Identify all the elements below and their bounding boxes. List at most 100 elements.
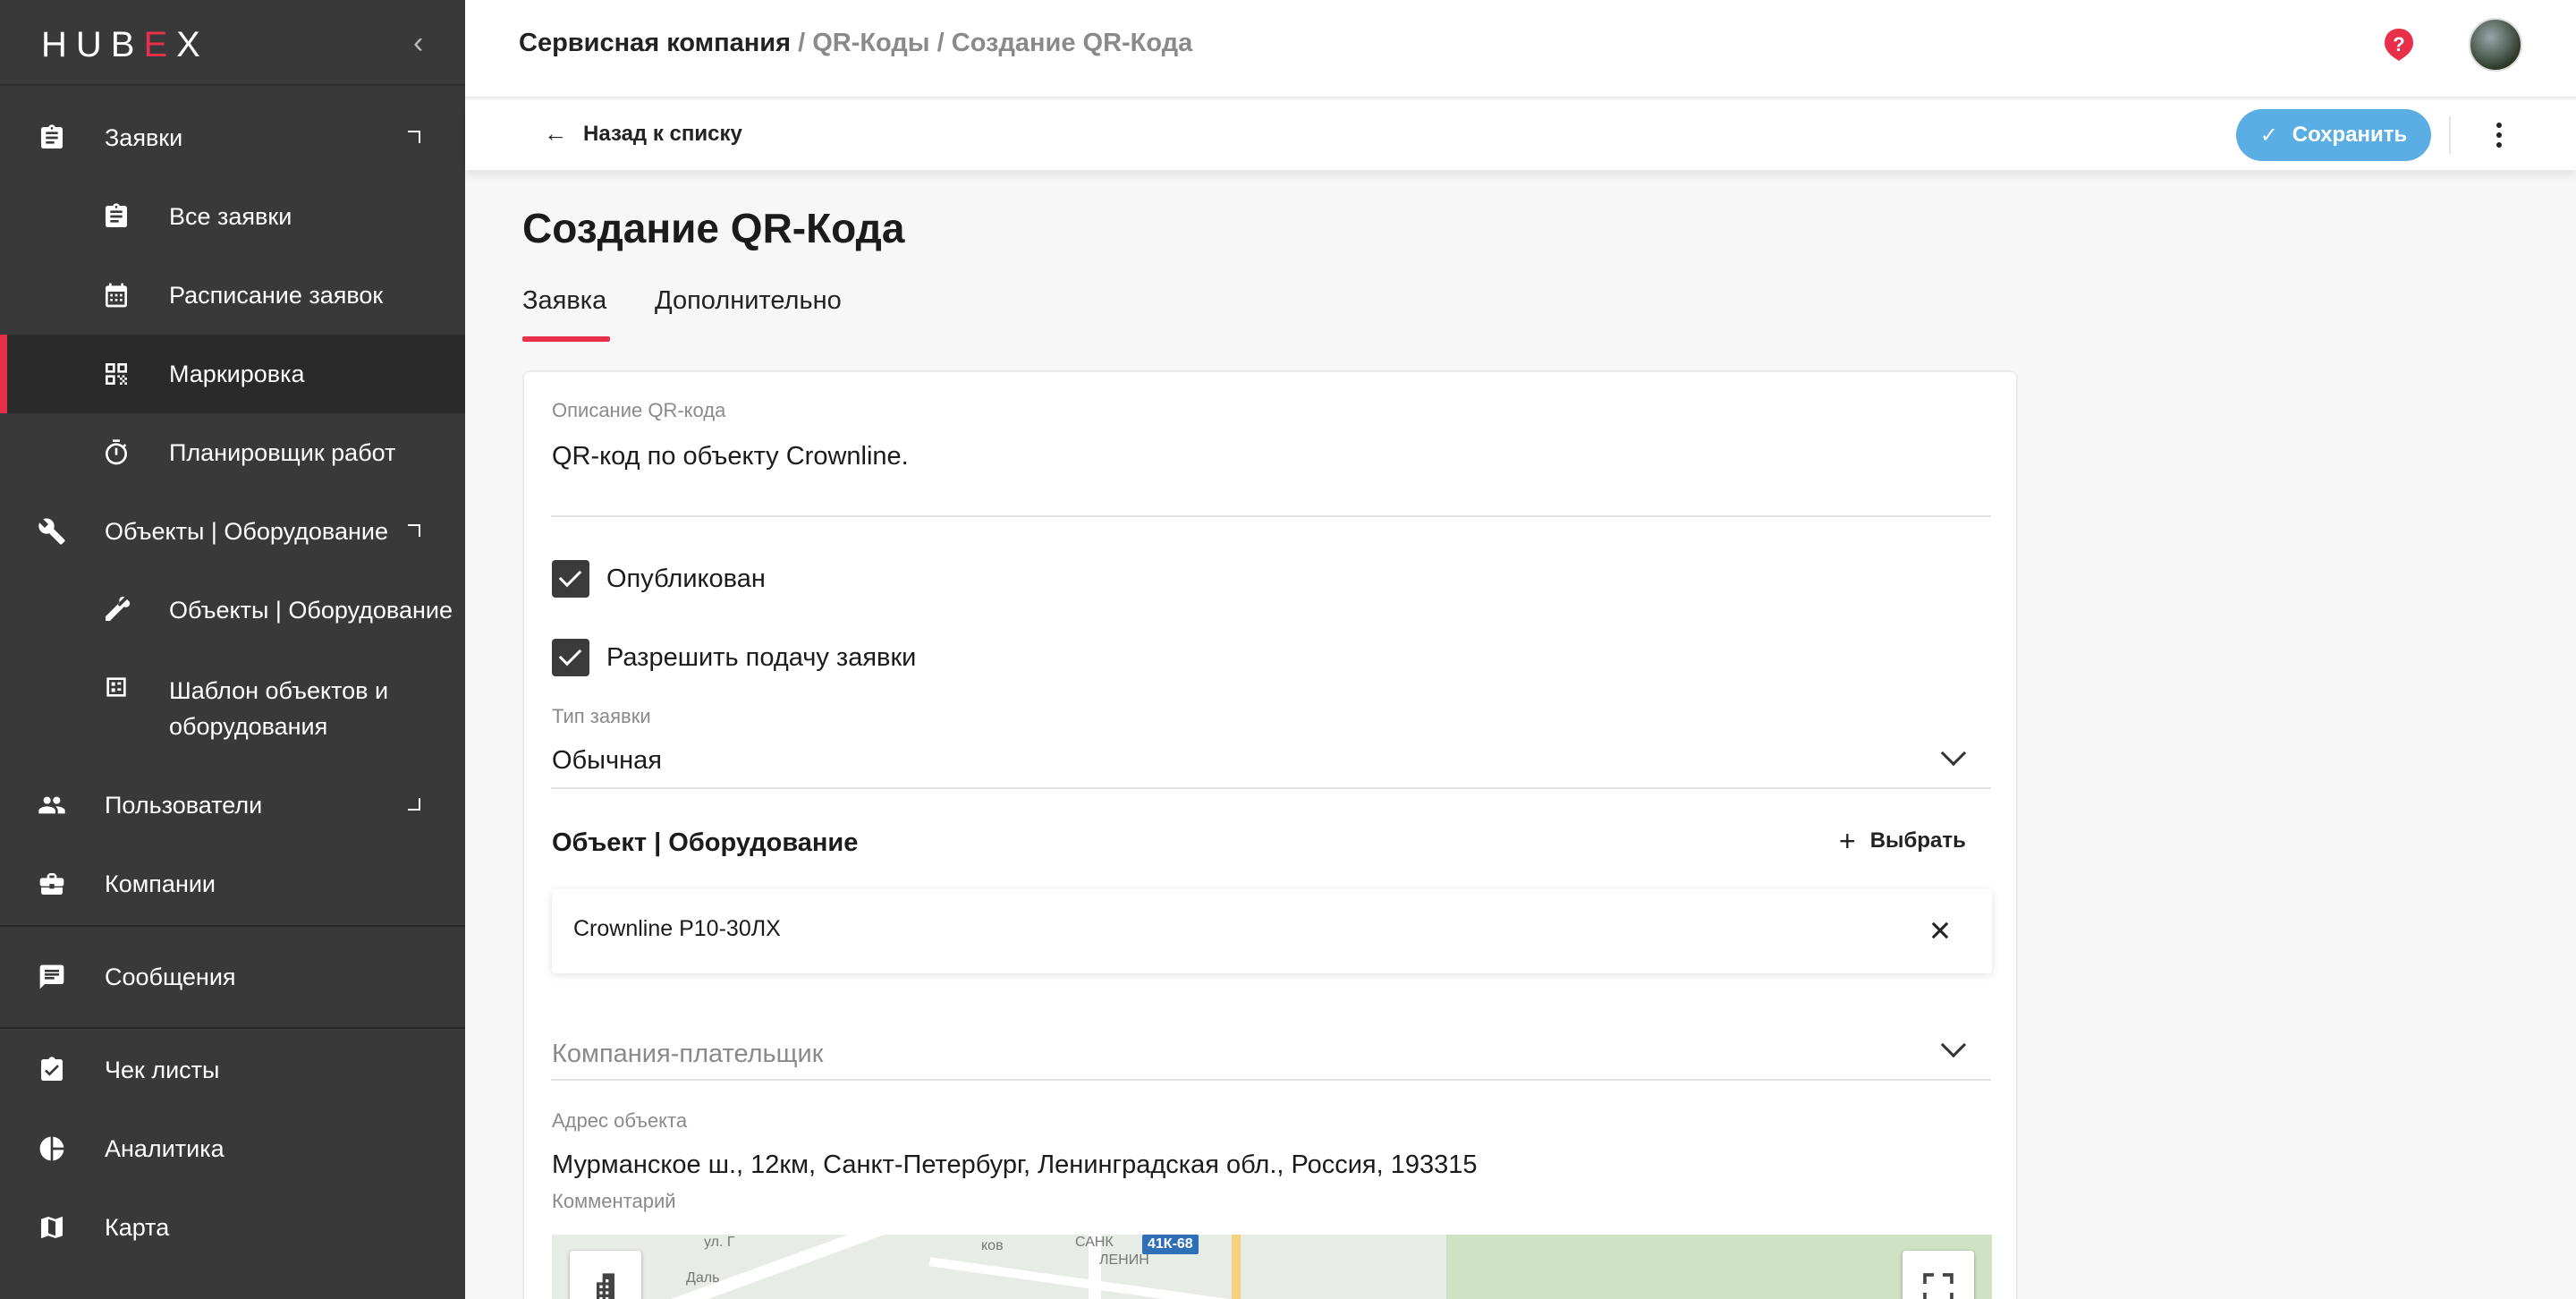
app-logo[interactable]: HUBEX	[41, 25, 209, 65]
briefcase-icon	[36, 868, 68, 900]
map-label: ЛЕНИН	[1099, 1252, 1149, 1268]
logo-text-accent: E	[143, 25, 177, 64]
description-input[interactable]: QR-код по объекту Crownline.	[552, 442, 909, 471]
map-label: ков	[981, 1238, 1004, 1253]
request-type-select[interactable]: Обычная	[552, 746, 662, 776]
chevron-down-icon[interactable]	[1940, 1032, 1967, 1058]
map-label: ул. Г	[704, 1235, 735, 1250]
collapse-sidebar-button[interactable]: ‹	[413, 27, 440, 59]
sidebar-item-label: Расписание заявок	[169, 281, 384, 309]
chevron-left-icon: ‹	[413, 26, 424, 60]
select-label: Выбрать	[1869, 828, 1966, 853]
users-icon	[36, 789, 68, 821]
sidebar-item-map[interactable]: Карта	[0, 1188, 465, 1267]
field-underline	[551, 1079, 1991, 1081]
published-label[interactable]: Опубликован	[606, 565, 766, 594]
address-value: Мурманское ш., 12км, Санкт-Петербург, Ле…	[552, 1150, 1478, 1179]
label-line-1: Шаблон объектов и	[169, 677, 389, 704]
logo-text-post: X	[176, 25, 209, 64]
sidebar-item-checklists[interactable]: Чек листы	[0, 1031, 465, 1109]
map-view[interactable]: 41К-68 ул. Г Даль ков САНК ЛЕНИН	[552, 1235, 1992, 1299]
tab-additional[interactable]: Дополнительно	[655, 286, 842, 342]
selected-object-name: Crownline P10-30ЛХ	[573, 916, 781, 941]
label-line-2: оборудования	[169, 713, 328, 740]
sidebar-item-object-templates[interactable]: Шаблон объектов и оборудования	[0, 650, 465, 757]
payer-company-select[interactable]: Компания-плательщик	[552, 1040, 823, 1069]
sidebar-item-label: Планировщик работ	[169, 438, 396, 466]
sidebar-item-label: Объекты | Оборудование	[105, 517, 388, 545]
building-icon	[597, 1273, 614, 1299]
map-road	[647, 1235, 904, 1299]
sidebar-item-label: Чек листы	[105, 1056, 220, 1083]
sidebar-item-label: Пользователи	[105, 791, 263, 819]
allow-request-checkbox[interactable]	[552, 639, 589, 676]
sidebar-item-label: Все заявки	[169, 202, 292, 230]
sidebar-item-requests[interactable]: Заявки	[0, 98, 465, 177]
tab-request[interactable]: Заявка	[522, 286, 610, 342]
sidebar-item-label: Маркировка	[169, 360, 305, 387]
sidebar-item-analytics[interactable]: Аналитика	[0, 1109, 465, 1188]
sidebar-item-companies[interactable]: Компании	[0, 845, 465, 923]
sidebar-item-all-requests[interactable]: Все заявки	[0, 177, 465, 256]
published-checkbox[interactable]	[552, 560, 589, 598]
expand-caret-icon	[408, 524, 420, 537]
more-options-icon[interactable]	[2490, 116, 2508, 154]
select-object-button[interactable]: + Выбрать	[1839, 825, 1966, 857]
breadcrumb-root[interactable]: Сервисная компания	[519, 29, 791, 57]
sidebar-item-marking[interactable]: Маркировка	[0, 335, 465, 413]
page-title: Создание QR-Кода	[522, 205, 905, 251]
breadcrumb-separator: /	[929, 29, 952, 57]
sidebar-item-objects-list[interactable]: Объекты | Оборудование	[0, 571, 465, 650]
plus-icon: +	[1839, 825, 1856, 857]
sidebar-item-label: Карта	[105, 1213, 170, 1241]
check-icon: ✓	[2259, 123, 2278, 148]
sidebar-item-work-planner[interactable]: Планировщик работ	[0, 413, 465, 492]
breadcrumb-qr-codes[interactable]: QR-Коды	[812, 29, 929, 57]
sidebar-item-messages[interactable]: Сообщения	[0, 938, 465, 1016]
checklist-icon	[36, 1054, 68, 1086]
save-button[interactable]: ✓ Сохранить	[2236, 109, 2431, 161]
map-fullscreen-button[interactable]	[1902, 1251, 1974, 1299]
user-avatar[interactable]	[2469, 18, 2522, 72]
field-underline	[551, 515, 1991, 517]
address-label: Адрес объекта	[552, 1109, 688, 1132]
chevron-down-icon[interactable]	[1940, 740, 1967, 767]
save-label: Сохранить	[2292, 123, 2408, 147]
breadcrumb-separator: /	[791, 29, 813, 57]
back-to-list-button[interactable]: ← Назад к списку	[544, 120, 742, 148]
help-icon[interactable]: ?	[2381, 27, 2417, 63]
close-icon[interactable]	[1928, 918, 1953, 943]
request-type-label: Тип заявки	[552, 705, 651, 727]
sidebar-item-label: Аналитика	[105, 1134, 225, 1162]
fullscreen-icon	[1923, 1273, 1953, 1299]
description-label: Описание QR-кода	[552, 399, 726, 421]
map-road	[928, 1257, 1374, 1299]
stopwatch-icon	[100, 437, 132, 469]
sidebar-divider	[0, 925, 465, 927]
wrench-icon	[36, 515, 68, 548]
sidebar-item-users[interactable]: Пользователи	[0, 766, 465, 845]
form-card: Описание QR-кода QR-код по объекту Crown…	[522, 370, 2018, 1299]
breadcrumb-current: Создание QR-Кода	[951, 29, 1193, 57]
map-label: Даль	[686, 1270, 720, 1286]
sidebar-item-objects-equipment[interactable]: Объекты | Оборудование	[0, 492, 465, 571]
field-underline	[551, 787, 1991, 789]
sidebar-item-label: Сообщения	[105, 963, 236, 990]
pie-chart-icon	[36, 1133, 68, 1165]
selected-object-row: Crownline P10-30ЛХ	[552, 889, 1992, 973]
map-highway	[1232, 1235, 1241, 1299]
allow-request-label[interactable]: Разрешить подачу заявки	[606, 643, 916, 673]
sidebar-item-label: Заявки	[105, 123, 183, 151]
sidebar-item-label: Объекты | Оборудование	[169, 596, 453, 624]
expand-caret-icon	[408, 131, 420, 143]
logo-text-pre: HUB	[41, 25, 144, 64]
clipboard-icon	[36, 122, 68, 154]
logo-bar: HUBEX ‹	[0, 0, 465, 86]
tools-icon	[100, 594, 132, 626]
clipboard-icon	[100, 200, 132, 233]
map-layers-button[interactable]	[570, 1251, 641, 1299]
top-bar: Сервисная компания / QR-Коды / Создание …	[465, 0, 2576, 98]
template-icon	[100, 671, 132, 703]
breadcrumb: Сервисная компания / QR-Коды / Создание …	[519, 29, 1192, 58]
sidebar-item-schedule[interactable]: Расписание заявок	[0, 256, 465, 335]
